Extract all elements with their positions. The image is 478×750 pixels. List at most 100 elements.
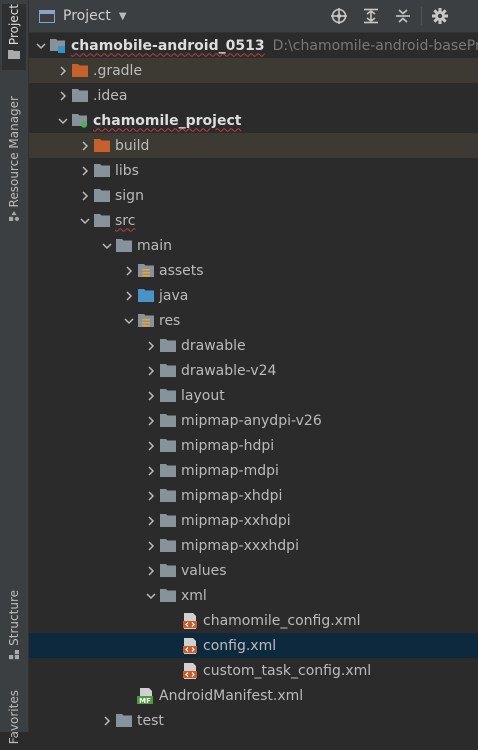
folder-icon — [93, 163, 111, 179]
chevron-right-icon[interactable] — [143, 338, 159, 354]
chevron-right-icon[interactable] — [143, 538, 159, 554]
tree-row-mipmap-xxhdpi[interactable]: mipmap-xxhdpi — [29, 508, 478, 533]
chevron-right-icon[interactable] — [121, 288, 137, 304]
project-toolbar: Project ▼ — [29, 0, 478, 33]
tree-row-xml[interactable]: xml — [29, 583, 478, 608]
chevron-right-icon[interactable] — [77, 138, 93, 154]
gear-icon — [432, 8, 448, 24]
tree-row-mipmap-xhdpi[interactable]: mipmap-xhdpi — [29, 483, 478, 508]
tree-item-label: java — [159, 287, 189, 304]
tree-row-values[interactable]: values — [29, 558, 478, 583]
tree-row-config-xml[interactable]: config.xml — [29, 633, 478, 658]
view-selector-label: Project — [63, 8, 111, 24]
chevron-right-icon[interactable] — [143, 438, 159, 454]
tree-row-mipmap-hdpi[interactable]: mipmap-hdpi — [29, 433, 478, 458]
tree-row-chamomile-project[interactable]: chamomile_project — [29, 108, 478, 133]
tree-row-libs[interactable]: libs — [29, 158, 478, 183]
tree-item-label: .idea — [93, 87, 128, 104]
tree-row-mipmap-anydpi-v26[interactable]: mipmap-anydpi-v26 — [29, 408, 478, 433]
tree-row-main[interactable]: main — [29, 233, 478, 258]
tree-row-drawable-v24[interactable]: drawable-v24 — [29, 358, 478, 383]
tree-item-label: test — [137, 712, 164, 729]
settings-button[interactable] — [424, 0, 456, 32]
tree-row-build[interactable]: build — [29, 133, 478, 158]
chevron-right-icon[interactable] — [143, 488, 159, 504]
tree-item-label: custom_task_config.xml — [203, 662, 372, 679]
chevron-right-icon[interactable] — [143, 563, 159, 579]
manifest-badge-text: MF — [139, 697, 151, 704]
excluded-folder-icon — [71, 63, 89, 79]
chevron-right-icon[interactable] — [143, 363, 159, 379]
tree-row-android-manifest[interactable]: MF AndroidManifest.xml — [29, 683, 478, 708]
folder-icon — [159, 413, 177, 429]
chevron-right-icon[interactable] — [77, 163, 93, 179]
folder-icon — [159, 388, 177, 404]
xml-file-icon — [181, 662, 199, 679]
project-tool-tab[interactable]: Project — [2, 4, 26, 70]
resources-folder-icon — [137, 313, 155, 329]
chevron-right-icon[interactable] — [99, 713, 115, 729]
chevron-right-icon[interactable] — [55, 88, 71, 104]
select-opened-file-button[interactable] — [323, 0, 355, 32]
excluded-folder-icon — [93, 138, 111, 154]
tree-row-drawable[interactable]: drawable — [29, 333, 478, 358]
chevron-down-icon[interactable] — [99, 238, 115, 254]
folder-icon — [159, 363, 177, 379]
tree-row-mipmap-xxxhdpi[interactable]: mipmap-xxxhdpi — [29, 533, 478, 558]
tree-item-label: build — [115, 137, 150, 154]
resource-manager-tool-tab[interactable]: Resource Manager — [2, 96, 26, 232]
chevron-right-icon[interactable] — [77, 188, 93, 204]
tree-item-label: mipmap-hdpi — [181, 437, 275, 454]
tree-item-label: res — [159, 312, 181, 329]
collapse-all-button[interactable] — [387, 0, 419, 32]
tree-item-label: mipmap-anydpi-v26 — [181, 412, 322, 429]
tree-item-label: assets — [159, 262, 204, 279]
tree-row-test[interactable]: test — [29, 708, 478, 733]
folder-icon — [159, 438, 177, 454]
tree-row-layout[interactable]: layout — [29, 383, 478, 408]
view-selector[interactable]: Project ▼ — [39, 8, 127, 24]
chevron-down-icon[interactable] — [77, 213, 93, 229]
tree-item-label: sign — [115, 187, 144, 204]
folder-icon — [93, 213, 111, 229]
project-tab-label: Project — [7, 4, 21, 46]
chevron-down-icon[interactable] — [121, 313, 137, 329]
folder-icon — [159, 538, 177, 554]
tree-row-assets[interactable]: assets — [29, 258, 478, 283]
collapse-all-icon — [396, 9, 410, 23]
tree-row-gradle[interactable]: .gradle — [29, 58, 478, 83]
tree-row-root[interactable]: chamobile-android_0513 D:\chamomile-andr… — [29, 33, 478, 58]
module-folder-icon — [71, 113, 89, 129]
chevron-right-icon[interactable] — [143, 413, 159, 429]
folder-icon — [159, 488, 177, 504]
tree-row-res[interactable]: res — [29, 308, 478, 333]
chevron-right-icon[interactable] — [143, 513, 159, 529]
tree-row-idea[interactable]: .idea — [29, 83, 478, 108]
tree-item-label: chamomile_config.xml — [203, 612, 361, 629]
expand-all-button[interactable] — [355, 0, 387, 32]
tree-item-label: libs — [115, 162, 139, 179]
tree-row-src[interactable]: src — [29, 208, 478, 233]
tree-item-label: mipmap-xxxhdpi — [181, 537, 299, 554]
chevron-right-icon[interactable] — [143, 463, 159, 479]
chevron-right-icon[interactable] — [121, 263, 137, 279]
tree-row-java[interactable]: java — [29, 283, 478, 308]
tree-row-mipmap-mdpi[interactable]: mipmap-mdpi — [29, 458, 478, 483]
tree-item-label: chamomile_project — [93, 112, 242, 129]
favorites-tool-tab[interactable]: Favorites — [2, 690, 26, 750]
resources-icon — [9, 211, 19, 222]
chevron-right-icon[interactable] — [143, 388, 159, 404]
tree-row-chamomile-config-xml[interactable]: chamomile_config.xml — [29, 608, 478, 633]
module-folder-icon — [49, 38, 67, 54]
structure-tool-tab[interactable]: Structure — [2, 590, 26, 674]
chevron-down-icon[interactable] — [55, 113, 71, 129]
tree-row-custom-task-config-xml[interactable]: custom_task_config.xml — [29, 658, 478, 683]
chevron-down-icon[interactable] — [143, 588, 159, 604]
tree-row-sign[interactable]: sign — [29, 183, 478, 208]
root-project-name: chamobile-android_0513 — [71, 37, 265, 54]
project-tree: chamobile-android_0513 D:\chamomile-andr… — [29, 33, 478, 733]
chevron-down-icon[interactable] — [33, 38, 49, 54]
chevron-right-icon[interactable] — [55, 63, 71, 79]
root-project-path: D:\chamomile-android-basePro — [272, 37, 478, 54]
folder-icon — [71, 88, 89, 104]
